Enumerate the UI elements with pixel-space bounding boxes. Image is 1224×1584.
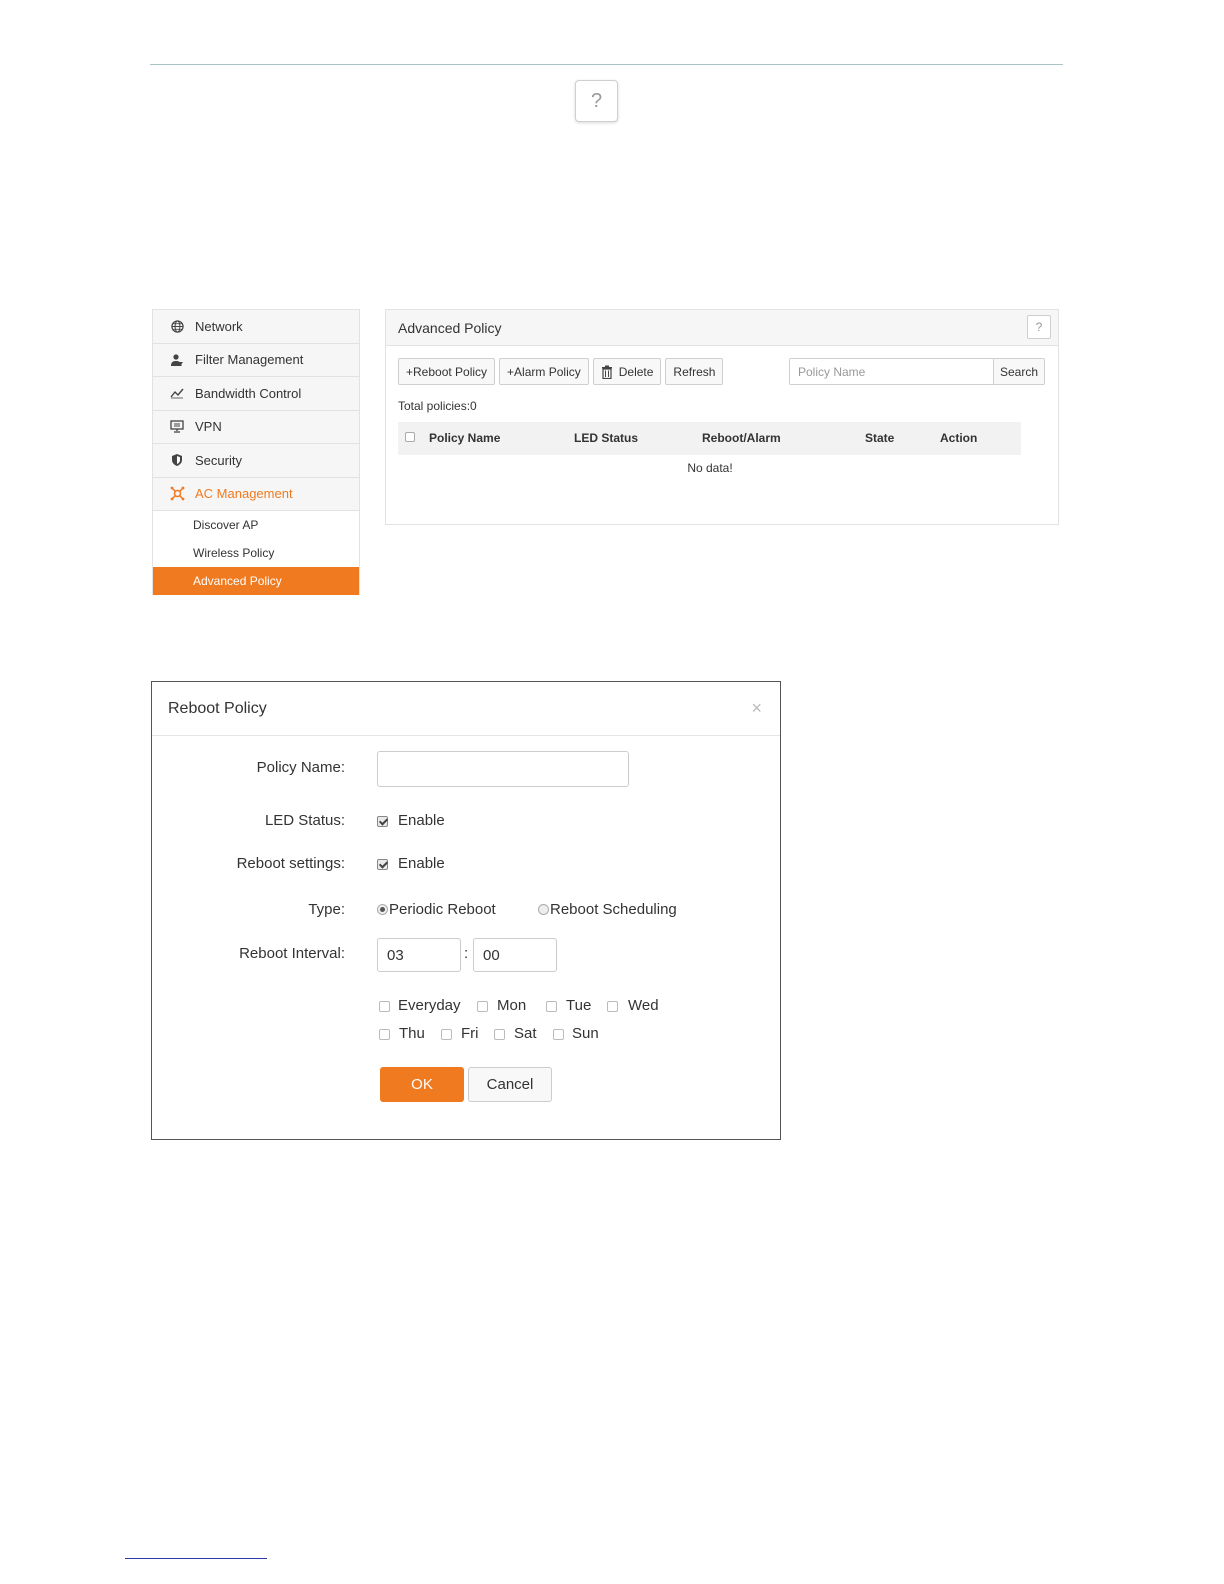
button-label: Cancel — [486, 1076, 534, 1093]
reboot-enable-checkbox[interactable] — [377, 859, 388, 870]
total-policies: Total policies:0 — [398, 399, 477, 413]
tue-label: Tue — [566, 997, 592, 1014]
ok-button[interactable]: OK — [380, 1067, 464, 1102]
sun-checkbox[interactable] — [553, 1029, 564, 1040]
sidebar-item-filter-management[interactable]: Filter Management — [153, 343, 359, 377]
help-label: ? — [590, 89, 603, 112]
sidebar-item-label: Filter Management — [195, 352, 304, 368]
add-alarm-policy-button[interactable]: +Alarm Policy — [499, 358, 589, 385]
policy-name-label: Policy Name: — [256, 759, 345, 776]
mon-label: Mon — [497, 997, 527, 1014]
reboot-interval-label: Reboot Interval: — [239, 945, 345, 962]
sat-checkbox[interactable] — [494, 1029, 505, 1040]
search-box: Search — [789, 358, 1045, 385]
column-header-policy-name: Policy Name — [429, 431, 501, 445]
top-divider — [150, 64, 1063, 65]
delete-button[interactable]: Delete — [592, 358, 662, 385]
reboot-scheduling-radio[interactable] — [538, 904, 549, 915]
interval-minutes-field[interactable] — [473, 938, 557, 972]
sidebar-item-vpn[interactable]: VPN — [153, 410, 359, 444]
policy-name-field[interactable] — [377, 751, 629, 787]
trash-icon — [601, 365, 613, 379]
policy-name-search-input[interactable] — [790, 359, 993, 384]
shield-icon — [169, 452, 185, 468]
sidebar-subitem-discover-ap[interactable]: Discover AP — [153, 511, 359, 539]
interval-separator: : — [464, 945, 469, 962]
cancel-button[interactable]: Cancel — [468, 1067, 552, 1102]
sidebar-subitem-label: Discover AP — [193, 518, 259, 532]
mon-checkbox[interactable] — [477, 1001, 488, 1012]
ac-management-icon — [169, 486, 185, 502]
button-label: OK — [411, 1076, 433, 1093]
toolbar: +Reboot Policy +Alarm Policy Delete Refr… — [398, 358, 724, 385]
help-icon[interactable]: ? — [575, 80, 618, 122]
reboot-policy-dialog: Reboot Policy × Policy Name: LED Status:… — [151, 681, 781, 1140]
column-header-reboot-alarm: Reboot/Alarm — [702, 431, 781, 445]
sidebar: Network Filter Management Bandwidth Cont… — [152, 309, 360, 595]
reboot-enable-label: Enable — [398, 855, 445, 872]
column-header-led-status: LED Status — [574, 431, 639, 445]
sidebar-item-label: Bandwidth Control — [195, 385, 302, 401]
reboot-settings-label: Reboot settings: — [236, 855, 345, 872]
panel-help-icon[interactable]: ? — [1027, 315, 1051, 339]
filter-user-icon — [169, 352, 185, 368]
panel-title: Advanced Policy — [398, 319, 502, 336]
chart-line-icon — [169, 385, 185, 401]
wed-label: Wed — [628, 997, 659, 1014]
add-reboot-policy-button[interactable]: +Reboot Policy — [398, 358, 496, 385]
sidebar-item-bandwidth-control[interactable]: Bandwidth Control — [153, 377, 359, 411]
monitor-icon — [169, 419, 185, 435]
close-icon[interactable]: × — [751, 698, 762, 719]
wed-checkbox[interactable] — [607, 1001, 618, 1012]
button-label: +Alarm Policy — [507, 364, 581, 379]
sidebar-item-label: Security — [195, 452, 242, 468]
button-label: Refresh — [673, 364, 716, 379]
sidebar-item-network[interactable]: Network — [153, 310, 359, 344]
fri-checkbox[interactable] — [441, 1029, 452, 1040]
led-enable-checkbox[interactable] — [377, 816, 388, 827]
sun-label: Sun — [572, 1025, 599, 1042]
sidebar-item-label: Network — [195, 318, 243, 334]
sidebar-subitem-label: Wireless Policy — [193, 546, 275, 560]
fri-label: Fri — [461, 1025, 479, 1042]
reboot-scheduling-label: Reboot Scheduling — [550, 901, 677, 918]
button-label: Search — [999, 364, 1039, 379]
sidebar-subitem-wireless-policy[interactable]: Wireless Policy — [153, 539, 359, 567]
interval-hours-field[interactable] — [377, 938, 461, 972]
footer-link-underline — [125, 1558, 267, 1559]
thu-label: Thu — [399, 1025, 425, 1042]
table-header: Policy Name LED Status Reboot/Alarm Stat… — [398, 422, 1021, 455]
led-status-label: LED Status: — [264, 812, 345, 829]
search-button[interactable]: Search — [993, 359, 1044, 384]
tue-checkbox[interactable] — [546, 1001, 557, 1012]
type-label: Type: — [308, 901, 345, 918]
everyday-checkbox[interactable] — [379, 1001, 390, 1012]
periodic-reboot-radio[interactable] — [377, 904, 388, 915]
sat-label: Sat — [514, 1025, 537, 1042]
panel-help-label: ? — [1035, 320, 1043, 334]
sidebar-subitem-label: Advanced Policy — [193, 574, 282, 588]
periodic-reboot-label: Periodic Reboot — [389, 901, 496, 918]
sidebar-item-security[interactable]: Security — [153, 444, 359, 478]
globe-icon — [169, 318, 185, 334]
sidebar-subitem-advanced-policy[interactable]: Advanced Policy — [153, 567, 359, 595]
button-label: Delete — [618, 364, 654, 379]
no-data-message: No data! — [687, 461, 733, 475]
column-header-state: State — [865, 431, 895, 445]
refresh-button[interactable]: Refresh — [665, 358, 724, 385]
select-all-checkbox[interactable] — [405, 432, 415, 442]
advanced-policy-panel: Advanced Policy ? +Reboot Policy +Alarm … — [385, 309, 1059, 525]
led-enable-label: Enable — [398, 812, 445, 829]
sidebar-item-ac-management[interactable]: AC Management — [153, 477, 359, 511]
sidebar-item-label: VPN — [195, 419, 222, 435]
column-header-action: Action — [940, 431, 978, 445]
dialog-header: Reboot Policy × — [152, 682, 780, 736]
button-label: +Reboot Policy — [406, 364, 488, 379]
panel-header: Advanced Policy ? — [386, 310, 1058, 346]
thu-checkbox[interactable] — [379, 1029, 390, 1040]
dialog-title: Reboot Policy — [168, 699, 267, 717]
sidebar-item-label: AC Management — [195, 486, 293, 502]
everyday-label: Everyday — [398, 997, 461, 1014]
